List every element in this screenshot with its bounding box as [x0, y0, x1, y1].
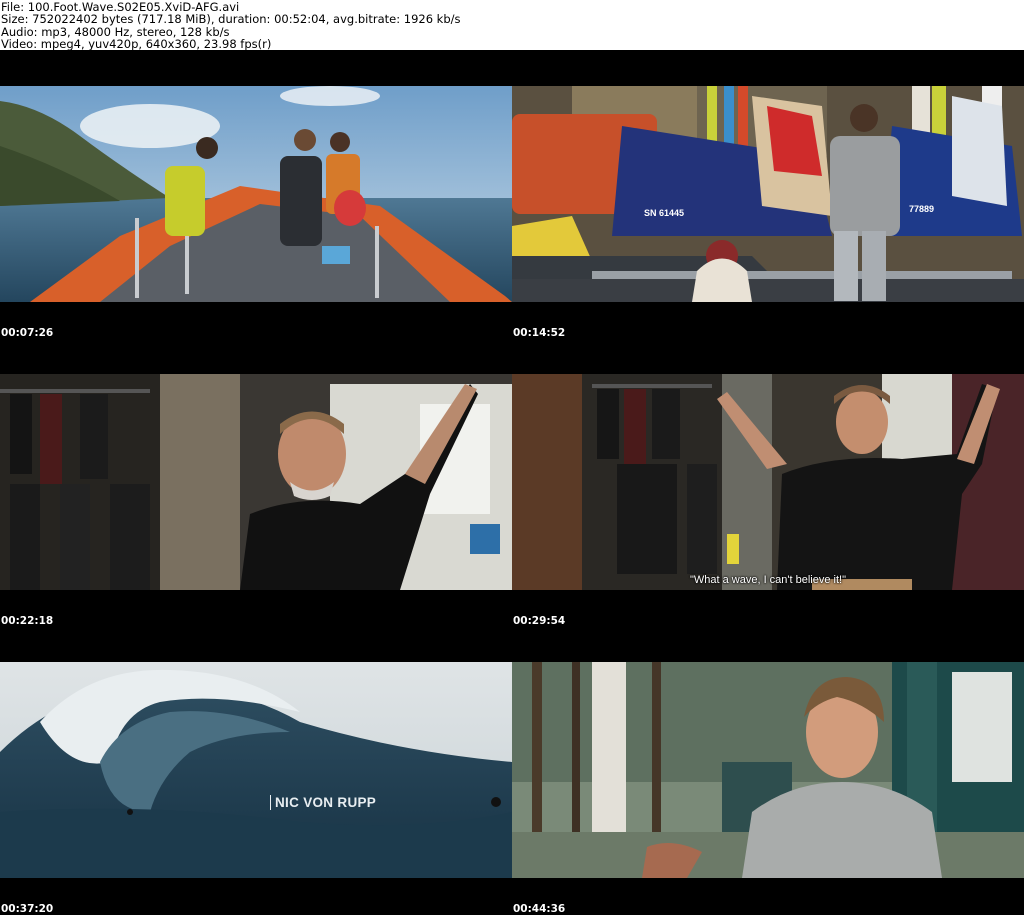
- frame-image-interview-raised-arm: [0, 374, 512, 590]
- jetski-registration-a: SN 61445: [644, 208, 685, 218]
- timestamp-label: 00:29:54: [513, 615, 566, 627]
- surfer-name-caption: NIC VON RUPP: [270, 795, 376, 810]
- frame-image-interview-arms-open: "What a wave, I can't believe it!": [512, 374, 1024, 590]
- frame-image-boat: [0, 86, 512, 302]
- timestamp-label: 00:44:36: [513, 903, 566, 915]
- media-info-header: File: 100.Foot.Wave.S02E05.XviD-AFG.avi S…: [0, 0, 1024, 50]
- frame-image-big-wave: NIC VON RUPP: [0, 662, 512, 878]
- subtitle-text: "What a wave, I can't believe it!": [689, 574, 847, 586]
- jetski-registration-b: 77889: [909, 204, 935, 214]
- frame-image-interview-outdoor: [512, 662, 1024, 878]
- video-info-line: Video: mpeg4, yuv420p, 640x360, 23.98 fp…: [1, 36, 272, 51]
- timestamp-label: 00:22:18: [1, 615, 54, 627]
- timestamp-label: 00:14:52: [513, 327, 566, 339]
- timestamp-label: 00:07:26: [1, 327, 54, 339]
- timestamp-label: 00:37:20: [1, 903, 54, 915]
- file-size-line: Size: 752022402 bytes (717.18 MiB), dura…: [1, 12, 461, 27]
- frame-image-jetskis: SN 61445 77889: [512, 86, 1024, 302]
